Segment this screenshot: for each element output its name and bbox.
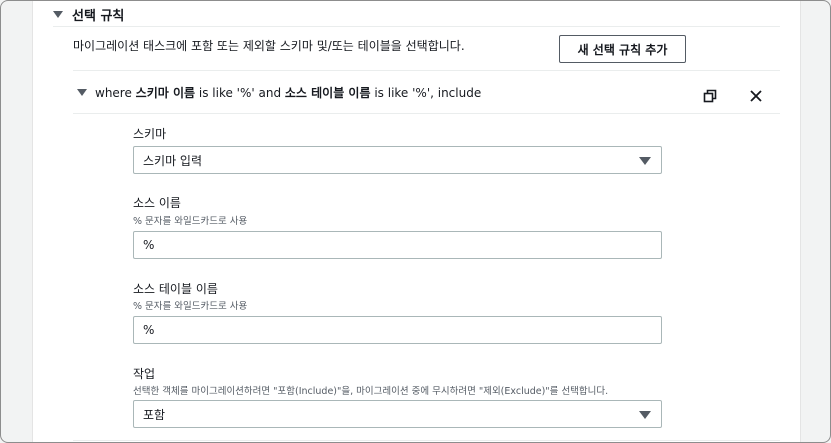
caret-down-icon <box>53 10 63 18</box>
source-name-value: % <box>143 238 155 252</box>
rule-summary-part: where <box>95 85 136 100</box>
caret-down-icon <box>77 88 87 96</box>
dropdown-arrow-icon <box>639 157 651 165</box>
rule-summary-part: is like '%' and <box>195 85 285 100</box>
divider <box>53 26 780 27</box>
action-select[interactable]: 포함 <box>133 400 662 428</box>
action-select-value: 포함 <box>143 407 166 422</box>
source-name-input[interactable]: % <box>133 231 662 259</box>
action-hint: 선택한 객체를 마이그레이션하려면 "포함(Include)"을, 마이그레이션… <box>133 386 609 397</box>
window-frame: 선택 규칙 마이그레이션 태스크에 포함 또는 제외할 스키마 및/또는 테이블… <box>0 0 831 443</box>
schema-select[interactable]: 스키마 입력 <box>133 146 662 174</box>
source-table-name-label: 소스 테이블 이름 <box>133 282 218 296</box>
rule-toggle[interactable]: where 스키마 이름 is like '%' and 소스 테이블 이름 i… <box>77 84 481 100</box>
dropdown-arrow-icon <box>639 411 651 419</box>
close-icon[interactable] <box>746 86 766 106</box>
divider <box>73 70 780 71</box>
source-name-label: 소스 이름 <box>133 196 181 210</box>
schema-label: 스키마 <box>133 127 167 141</box>
schema-select-value: 스키마 입력 <box>143 153 203 168</box>
source-table-name-input[interactable]: % <box>133 316 662 344</box>
selection-rules-panel: 선택 규칙 마이그레이션 태스크에 포함 또는 제외할 스키마 및/또는 테이블… <box>32 1 801 442</box>
section-toggle[interactable]: 선택 규칙 <box>53 5 125 24</box>
section-description: 마이그레이션 태스크에 포함 또는 제외할 스키마 및/또는 테이블을 선택합니… <box>73 39 465 53</box>
divider <box>73 113 780 114</box>
divider <box>73 440 780 441</box>
source-table-name-value: % <box>143 323 155 337</box>
rule-summary: where 스키마 이름 is like '%' and 소스 테이블 이름 i… <box>95 84 481 101</box>
source-name-hint: % 문자를 와일드카드로 사용 <box>133 216 248 227</box>
source-table-name-hint: % 문자를 와일드카드로 사용 <box>133 301 248 312</box>
rule-summary-part: is like '%', include <box>370 85 482 100</box>
add-selection-rule-button[interactable]: 새 선택 규칙 추가 <box>559 35 686 63</box>
section-title: 선택 규칙 <box>72 8 125 24</box>
rule-summary-schema: 스키마 이름 <box>135 85 196 100</box>
rule-summary-table: 소스 테이블 이름 <box>284 85 371 100</box>
action-label: 작업 <box>133 367 156 381</box>
copy-icon[interactable] <box>700 86 720 106</box>
